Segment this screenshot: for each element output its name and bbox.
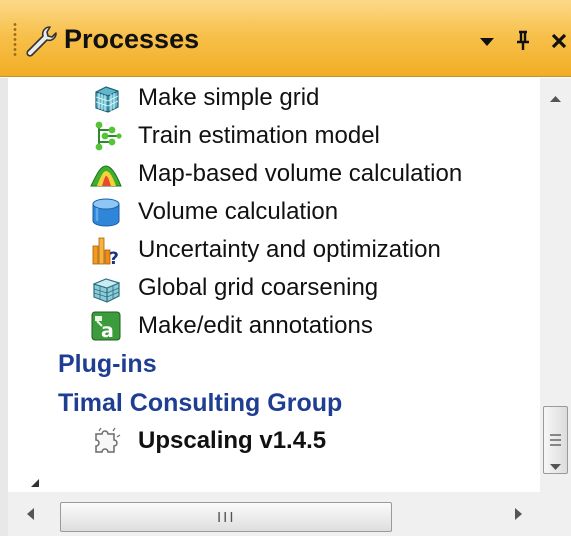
annotation-icon: a <box>91 311 121 342</box>
vertical-scrollbar[interactable] <box>540 78 571 486</box>
tree-item-make-simple-grid[interactable]: Make simple grid <box>90 80 319 116</box>
tree-item-label: Global grid coarsening <box>138 274 379 301</box>
coarse-grid-icon <box>92 278 121 303</box>
wrench-icon <box>26 26 57 57</box>
tree-item-label: Make/edit annotations <box>138 312 373 339</box>
panel-title: Processes <box>64 24 200 54</box>
cylinder-icon <box>92 198 120 227</box>
tree-item-train-estimation-model[interactable]: Train estimation model <box>90 118 380 154</box>
tree-category-plug-ins[interactable]: Plug-ins <box>58 346 157 382</box>
plugin-puzzle-icon <box>95 427 121 453</box>
pin-icon[interactable] <box>513 26 533 56</box>
tree-item-make-edit-annotations[interactable]: a Make/edit annotations <box>90 308 373 344</box>
uncertainty-chart-icon: ? <box>92 237 119 266</box>
tree-item-volume-calculation[interactable]: Volume calculation <box>90 194 338 230</box>
thumb-grip: III <box>217 509 236 526</box>
tree-item-uncertainty-and-optimization[interactable]: ? Uncertainty and optimization <box>90 232 441 268</box>
category-label: Plug-ins <box>58 349 157 378</box>
tree-item-map-based-volume-calculation[interactable]: Map-based volume calculation <box>90 156 462 192</box>
tree-item-label: Upscaling v1.4.5 <box>138 427 327 454</box>
scroll-right-arrow-icon[interactable] <box>498 492 540 536</box>
scroll-left-arrow-icon[interactable] <box>8 492 52 536</box>
dropdown-arrow-icon[interactable] <box>477 26 497 56</box>
tree-item-global-grid-coarsening[interactable]: Global grid coarsening <box>90 270 378 306</box>
tree-item-label: Map-based volume calculation <box>138 160 463 187</box>
process-tree: Make simple grid Train estimation model … <box>8 78 540 487</box>
grid-icon <box>95 86 119 113</box>
tree-item-label: Train estimation model <box>138 122 380 149</box>
panel-title-bar[interactable]: Processes <box>0 0 571 77</box>
tree-item-upscaling[interactable]: Upscaling v1.4.5 <box>90 423 326 459</box>
tree-category-timal-consulting-group[interactable]: Timal Consulting Group <box>58 385 342 421</box>
scroll-down-arrow-icon[interactable] <box>540 450 571 486</box>
tree-item-label: Make simple grid <box>138 84 320 111</box>
panel-left-edge <box>0 78 8 536</box>
scroll-up-arrow-icon[interactable] <box>540 78 571 118</box>
svg-text:a: a <box>101 320 114 342</box>
tree-item-label: Volume calculation <box>138 198 339 225</box>
horizontal-scrollbar[interactable]: III <box>8 492 540 536</box>
expand-arrow-icon[interactable] <box>28 476 42 490</box>
surface-map-icon <box>90 165 122 187</box>
network-icon <box>95 121 122 151</box>
close-button[interactable] <box>549 26 571 56</box>
tree-item-label: Uncertainty and optimization <box>138 236 441 263</box>
scrollbar-corner <box>540 486 571 536</box>
category-label: Timal Consulting Group <box>58 388 343 417</box>
close-icon <box>551 33 567 49</box>
svg-text:?: ? <box>109 249 119 266</box>
drag-grip-icon[interactable] <box>13 22 17 58</box>
horizontal-scroll-thumb[interactable]: III <box>60 502 392 532</box>
